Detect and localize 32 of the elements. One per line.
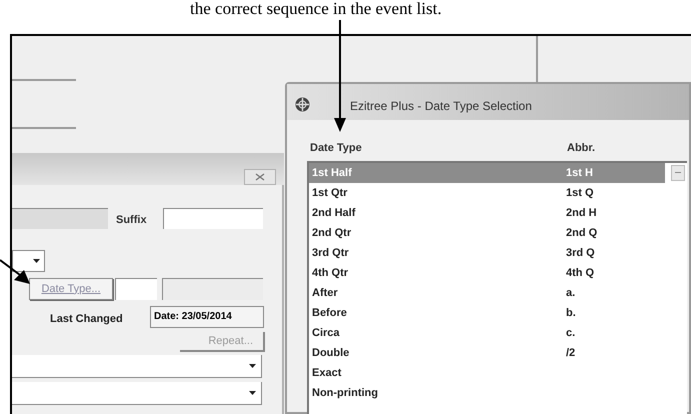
column-header: Abbr. [567, 141, 596, 156]
divider-line [12, 127, 76, 129]
dropdown[interactable] [12, 250, 45, 272]
caption: the correct sequence in the event list. [190, 0, 442, 18]
list-row[interactable]: 2nd Qtr 2nd Q [309, 223, 665, 243]
list-row[interactable]: Double /2 [309, 343, 665, 363]
globe-icon [295, 97, 310, 112]
list-row[interactable]: After a. [309, 283, 665, 303]
list-row[interactable]: 2nd Half 2nd H [309, 203, 665, 223]
caret-icon [33, 259, 40, 263]
list-row[interactable]: 1st Qtr 1st Q [309, 183, 665, 203]
list-row[interactable]: Exact [309, 363, 665, 383]
last-changed-label: Last Changed [50, 312, 123, 327]
caret-icon [249, 391, 256, 395]
suffix-field[interactable] [163, 208, 263, 229]
minus-icon [675, 172, 681, 174]
list-row[interactable]: 4th Qtr 4th Q [309, 263, 665, 283]
caret-icon [249, 364, 256, 368]
list-row[interactable]: Non-printing [309, 383, 665, 403]
input-field[interactable] [12, 208, 108, 229]
list-row[interactable]: 3rd Qtr 3rd Q [309, 243, 665, 263]
input-field[interactable] [162, 278, 263, 300]
column-header: Date Type [310, 141, 362, 156]
scroll-button[interactable] [671, 165, 685, 181]
divider-line [12, 79, 76, 81]
suffix-label: Suffix [116, 213, 147, 228]
input-field[interactable] [115, 278, 157, 300]
list-row[interactable]: Before b. [309, 303, 665, 323]
list-row[interactable]: Circa c. [309, 323, 665, 343]
last-changed-field: Date: 23/05/2014 [150, 306, 264, 328]
close-icon[interactable] [244, 169, 276, 185]
dialog-title: Ezitree Plus - Date Type Selection [350, 98, 532, 115]
